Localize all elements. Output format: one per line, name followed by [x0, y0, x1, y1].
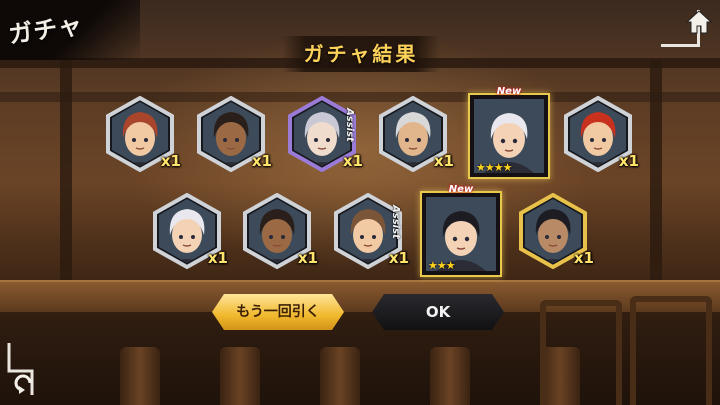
star-rating: ★★★	[428, 259, 456, 272]
assist-label: Assist	[344, 108, 355, 142]
new-rare-card[interactable]: New ★★★	[420, 184, 502, 277]
card-count: x1	[388, 249, 409, 267]
result-card[interactable]: x1	[378, 96, 454, 172]
card-count: x1	[297, 249, 318, 267]
back-button[interactable]	[6, 339, 52, 399]
card-count: x1	[160, 152, 181, 170]
result-card[interactable]: x1 Assist	[333, 193, 409, 269]
result-card[interactable]: x1 Assist	[287, 96, 363, 172]
home-button[interactable]	[661, 4, 714, 47]
new-rare-card[interactable]: New ★★★★	[468, 86, 550, 179]
card-count: x1	[342, 152, 363, 170]
gacha-result-title: ガチャ結果	[282, 36, 440, 72]
star-rating: ★★★★	[476, 161, 512, 174]
result-card[interactable]: x1	[242, 193, 318, 269]
home-icon	[686, 10, 712, 34]
new-badge: New	[448, 184, 474, 195]
card-count: x1	[433, 152, 454, 170]
card-count: x1	[618, 152, 639, 170]
result-card[interactable]: x1	[563, 96, 639, 172]
bar-stool	[120, 347, 160, 405]
result-card[interactable]: x1	[518, 193, 594, 269]
wooden-post	[60, 60, 72, 290]
result-card[interactable]: x1	[152, 193, 228, 269]
card-count: x1	[251, 152, 272, 170]
chair	[630, 296, 712, 405]
bar-stool	[220, 347, 260, 405]
bar-stool	[430, 347, 470, 405]
new-badge: New	[496, 86, 522, 97]
result-card[interactable]: x1	[196, 96, 272, 172]
bar-stool	[320, 347, 360, 405]
ok-button[interactable]: OK	[372, 294, 504, 330]
return-arrow-icon	[7, 343, 34, 395]
card-count: x1	[573, 249, 594, 267]
result-card[interactable]: x1	[105, 96, 181, 172]
card-count: x1	[207, 249, 228, 267]
chair	[540, 300, 622, 405]
pull-again-button[interactable]: もう一回引く	[212, 294, 344, 330]
wooden-post	[650, 60, 662, 290]
assist-label: Assist	[390, 205, 401, 239]
